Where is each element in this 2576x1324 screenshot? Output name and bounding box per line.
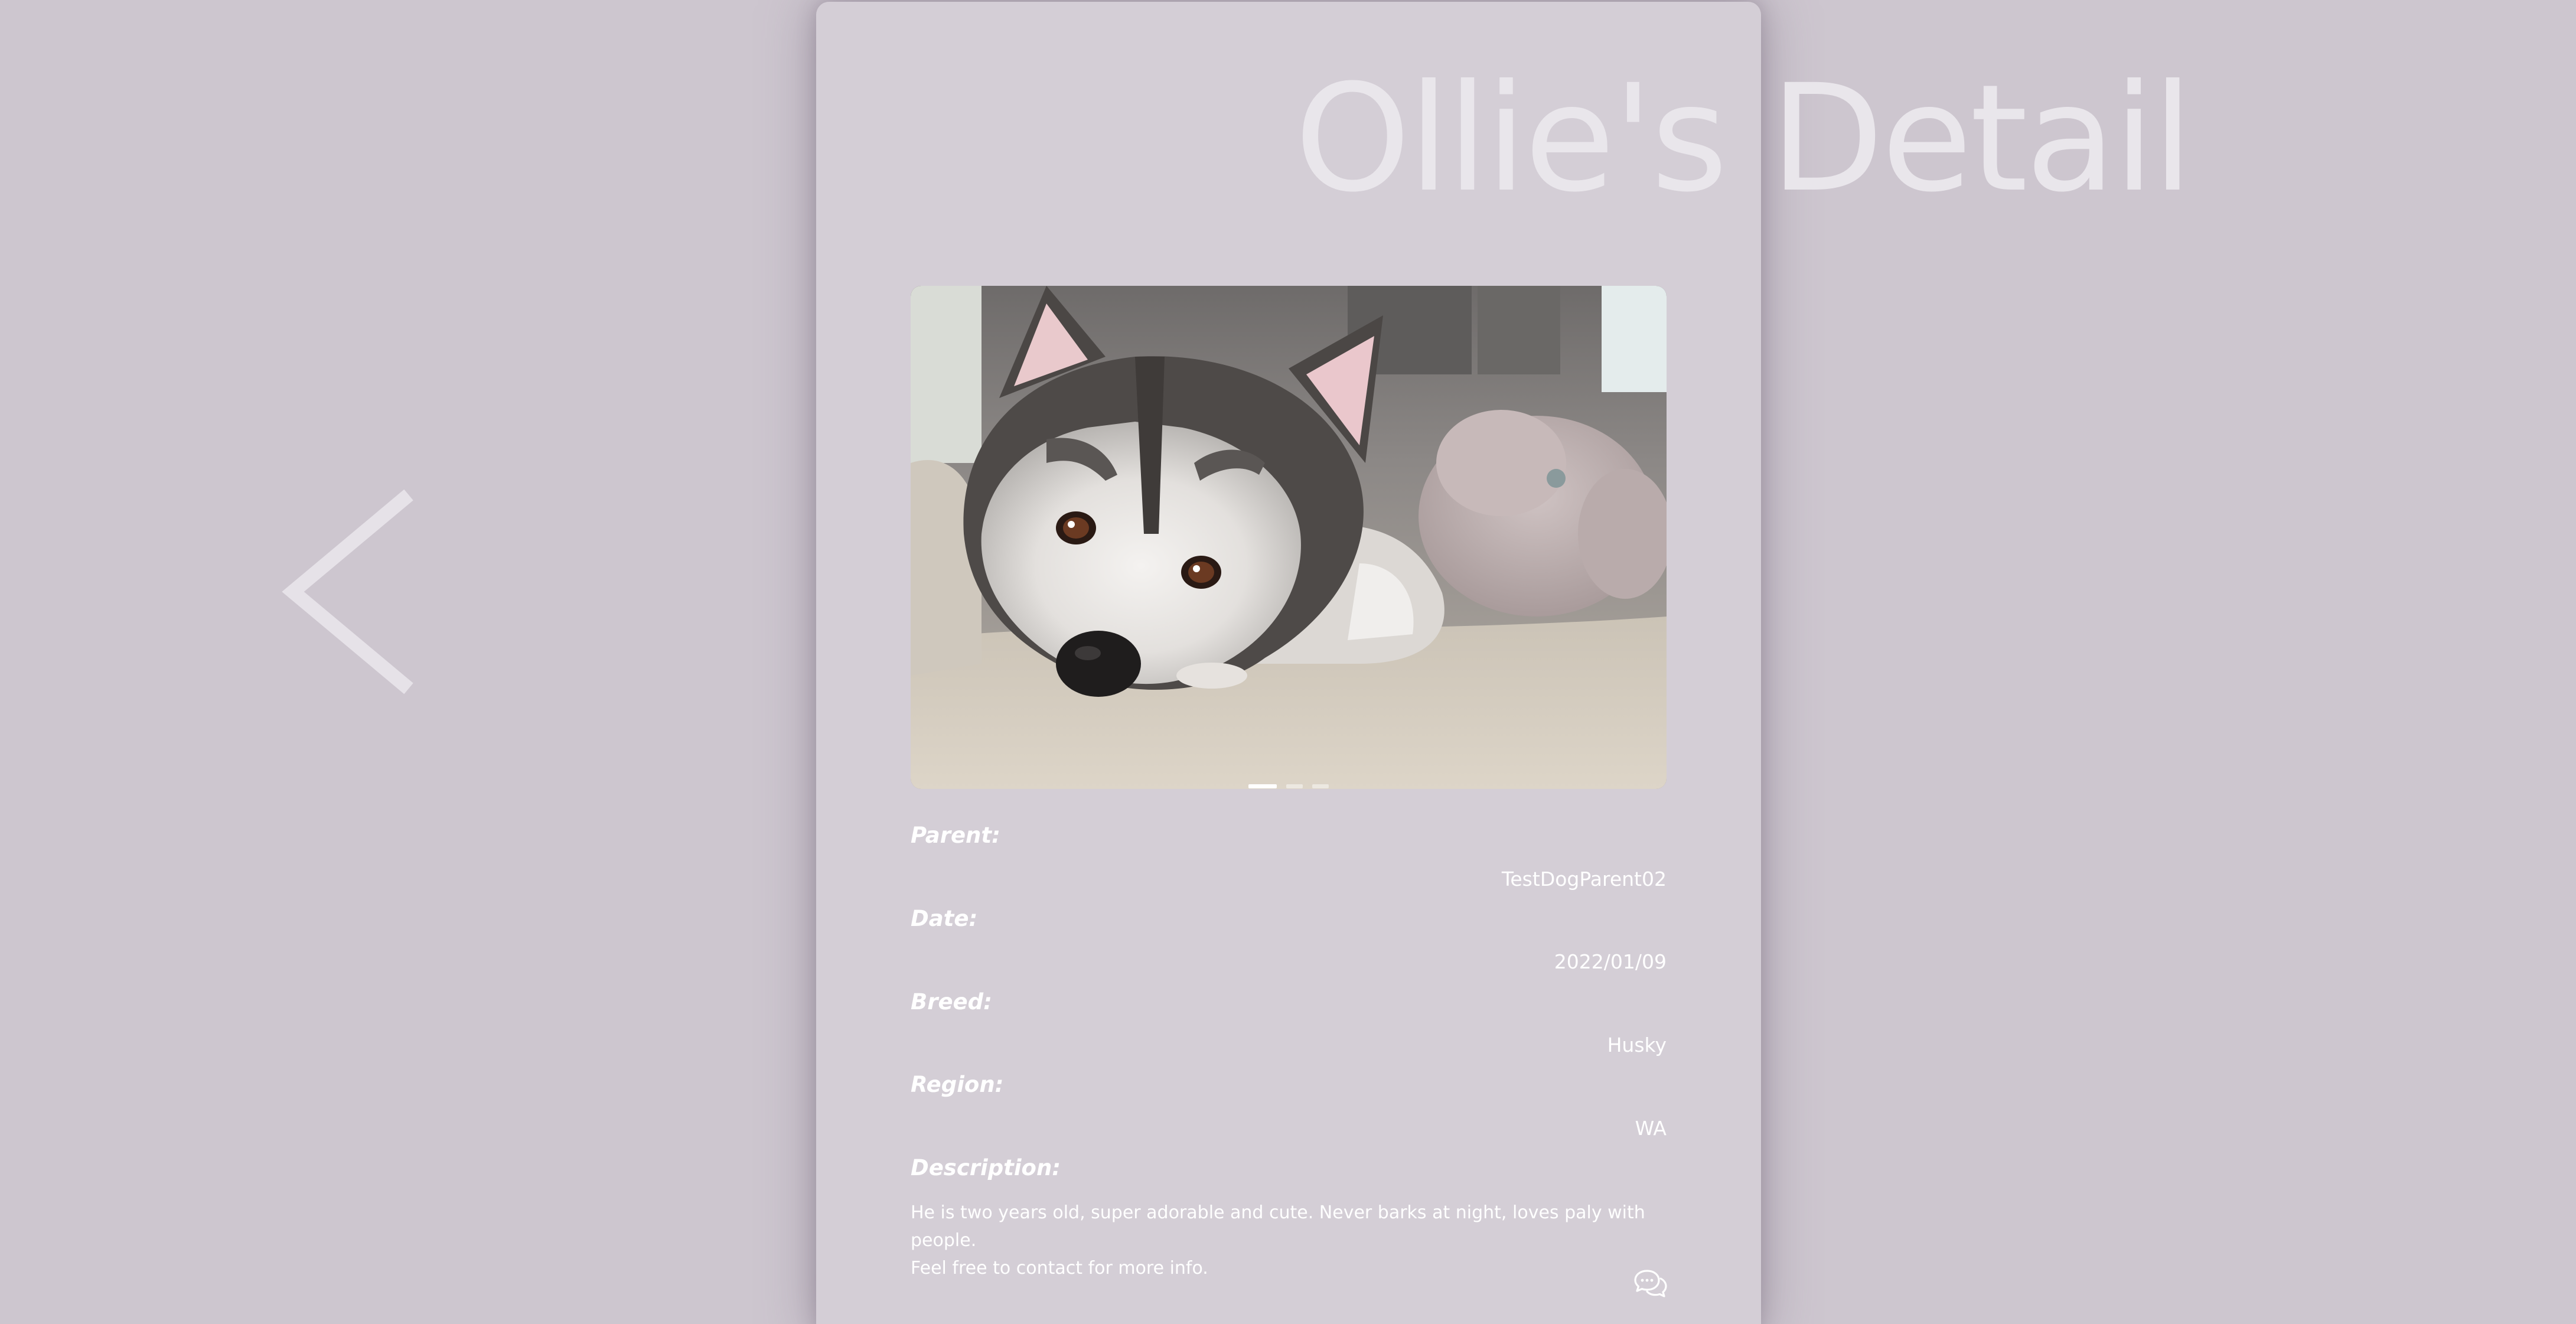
carousel-dot-3[interactable]	[1312, 784, 1329, 788]
carousel-dot-1[interactable]	[1248, 784, 1277, 788]
description-label: Description:	[911, 1155, 1061, 1180]
dog-photo	[911, 286, 1667, 789]
page-title: Ollie's Detail	[1294, 53, 2193, 224]
date-value: 2022/01/09	[1554, 950, 1667, 973]
carousel-dot-2[interactable]	[1286, 784, 1303, 788]
region-label: Region:	[911, 1072, 1004, 1097]
description-text: He is two years old, super adorable and …	[911, 1199, 1667, 1282]
description-line: He is two years old, super adorable and …	[911, 1202, 1645, 1251]
parent-value: TestDogParent02	[1501, 868, 1667, 891]
page: Ollie's Detail Parent: TestDogParent02 D…	[0, 0, 2576, 1324]
carousel-indicators	[1248, 784, 1329, 788]
breed-label: Breed:	[911, 989, 992, 1015]
breed-value: Husky	[1607, 1033, 1667, 1056]
back-chevron-icon[interactable]	[278, 484, 419, 697]
date-label: Date:	[911, 906, 978, 931]
photo-carousel[interactable]	[911, 286, 1667, 789]
chat-bubbles-icon[interactable]	[1634, 1268, 1667, 1299]
description-line: Feel free to contact for more info.	[911, 1258, 1208, 1279]
region-value: WA	[1635, 1117, 1667, 1140]
parent-label: Parent:	[911, 823, 1000, 848]
